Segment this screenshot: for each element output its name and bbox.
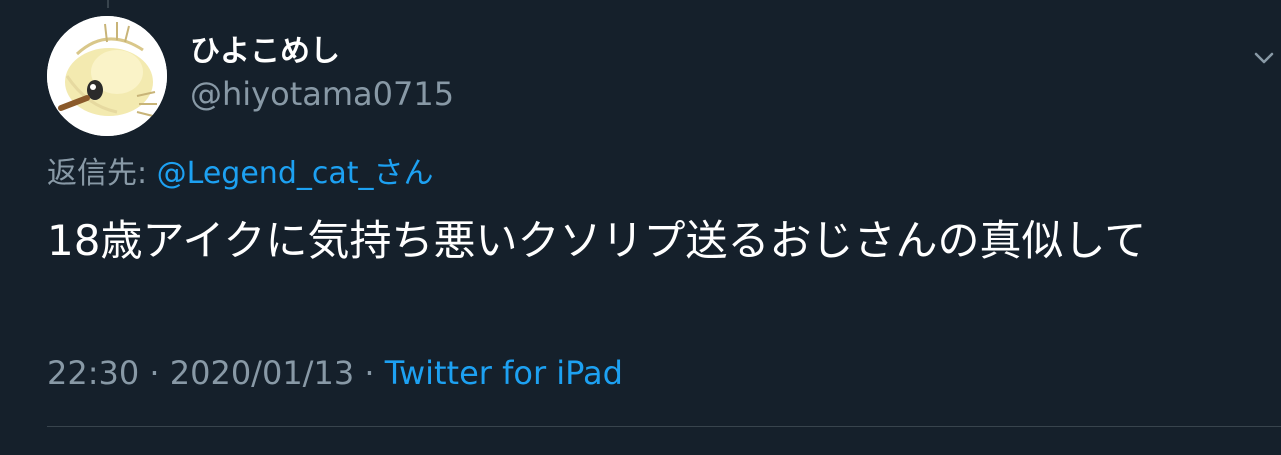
reply-to-line: 返信先: @Legend_cat_さん <box>47 154 434 194</box>
tweet-time[interactable]: 22:30 <box>47 354 139 392</box>
reply-mention-link[interactable]: @Legend_cat_さん <box>157 156 434 191</box>
meta-separator: · <box>139 354 170 392</box>
thread-connector-line <box>107 0 109 8</box>
divider <box>47 426 1281 427</box>
reply-mention-handle[interactable]: @Legend_cat_ <box>157 156 374 191</box>
reply-prefix: 返信先: <box>47 156 157 191</box>
tweet-date[interactable]: 2020/01/13 <box>170 354 354 392</box>
author-display-name[interactable]: ひよこめし <box>190 34 340 70</box>
meta-separator-2: · <box>354 354 385 392</box>
tweet-source-link[interactable]: Twitter for iPad <box>385 354 623 392</box>
tweet-meta: 22:30 · 2020/01/13 · Twitter for iPad <box>47 352 623 394</box>
chevron-down-icon[interactable] <box>1250 44 1278 72</box>
author-avatar[interactable] <box>47 16 167 136</box>
author-handle[interactable]: @hiyotama0715 <box>190 74 454 114</box>
avatar-image-icon <box>47 16 167 136</box>
reply-mention-suffix[interactable]: さん <box>374 156 434 191</box>
tweet-text: 18歳アイクに気持ち悪いクソリプ送るおじさんの真似して <box>47 216 1147 265</box>
